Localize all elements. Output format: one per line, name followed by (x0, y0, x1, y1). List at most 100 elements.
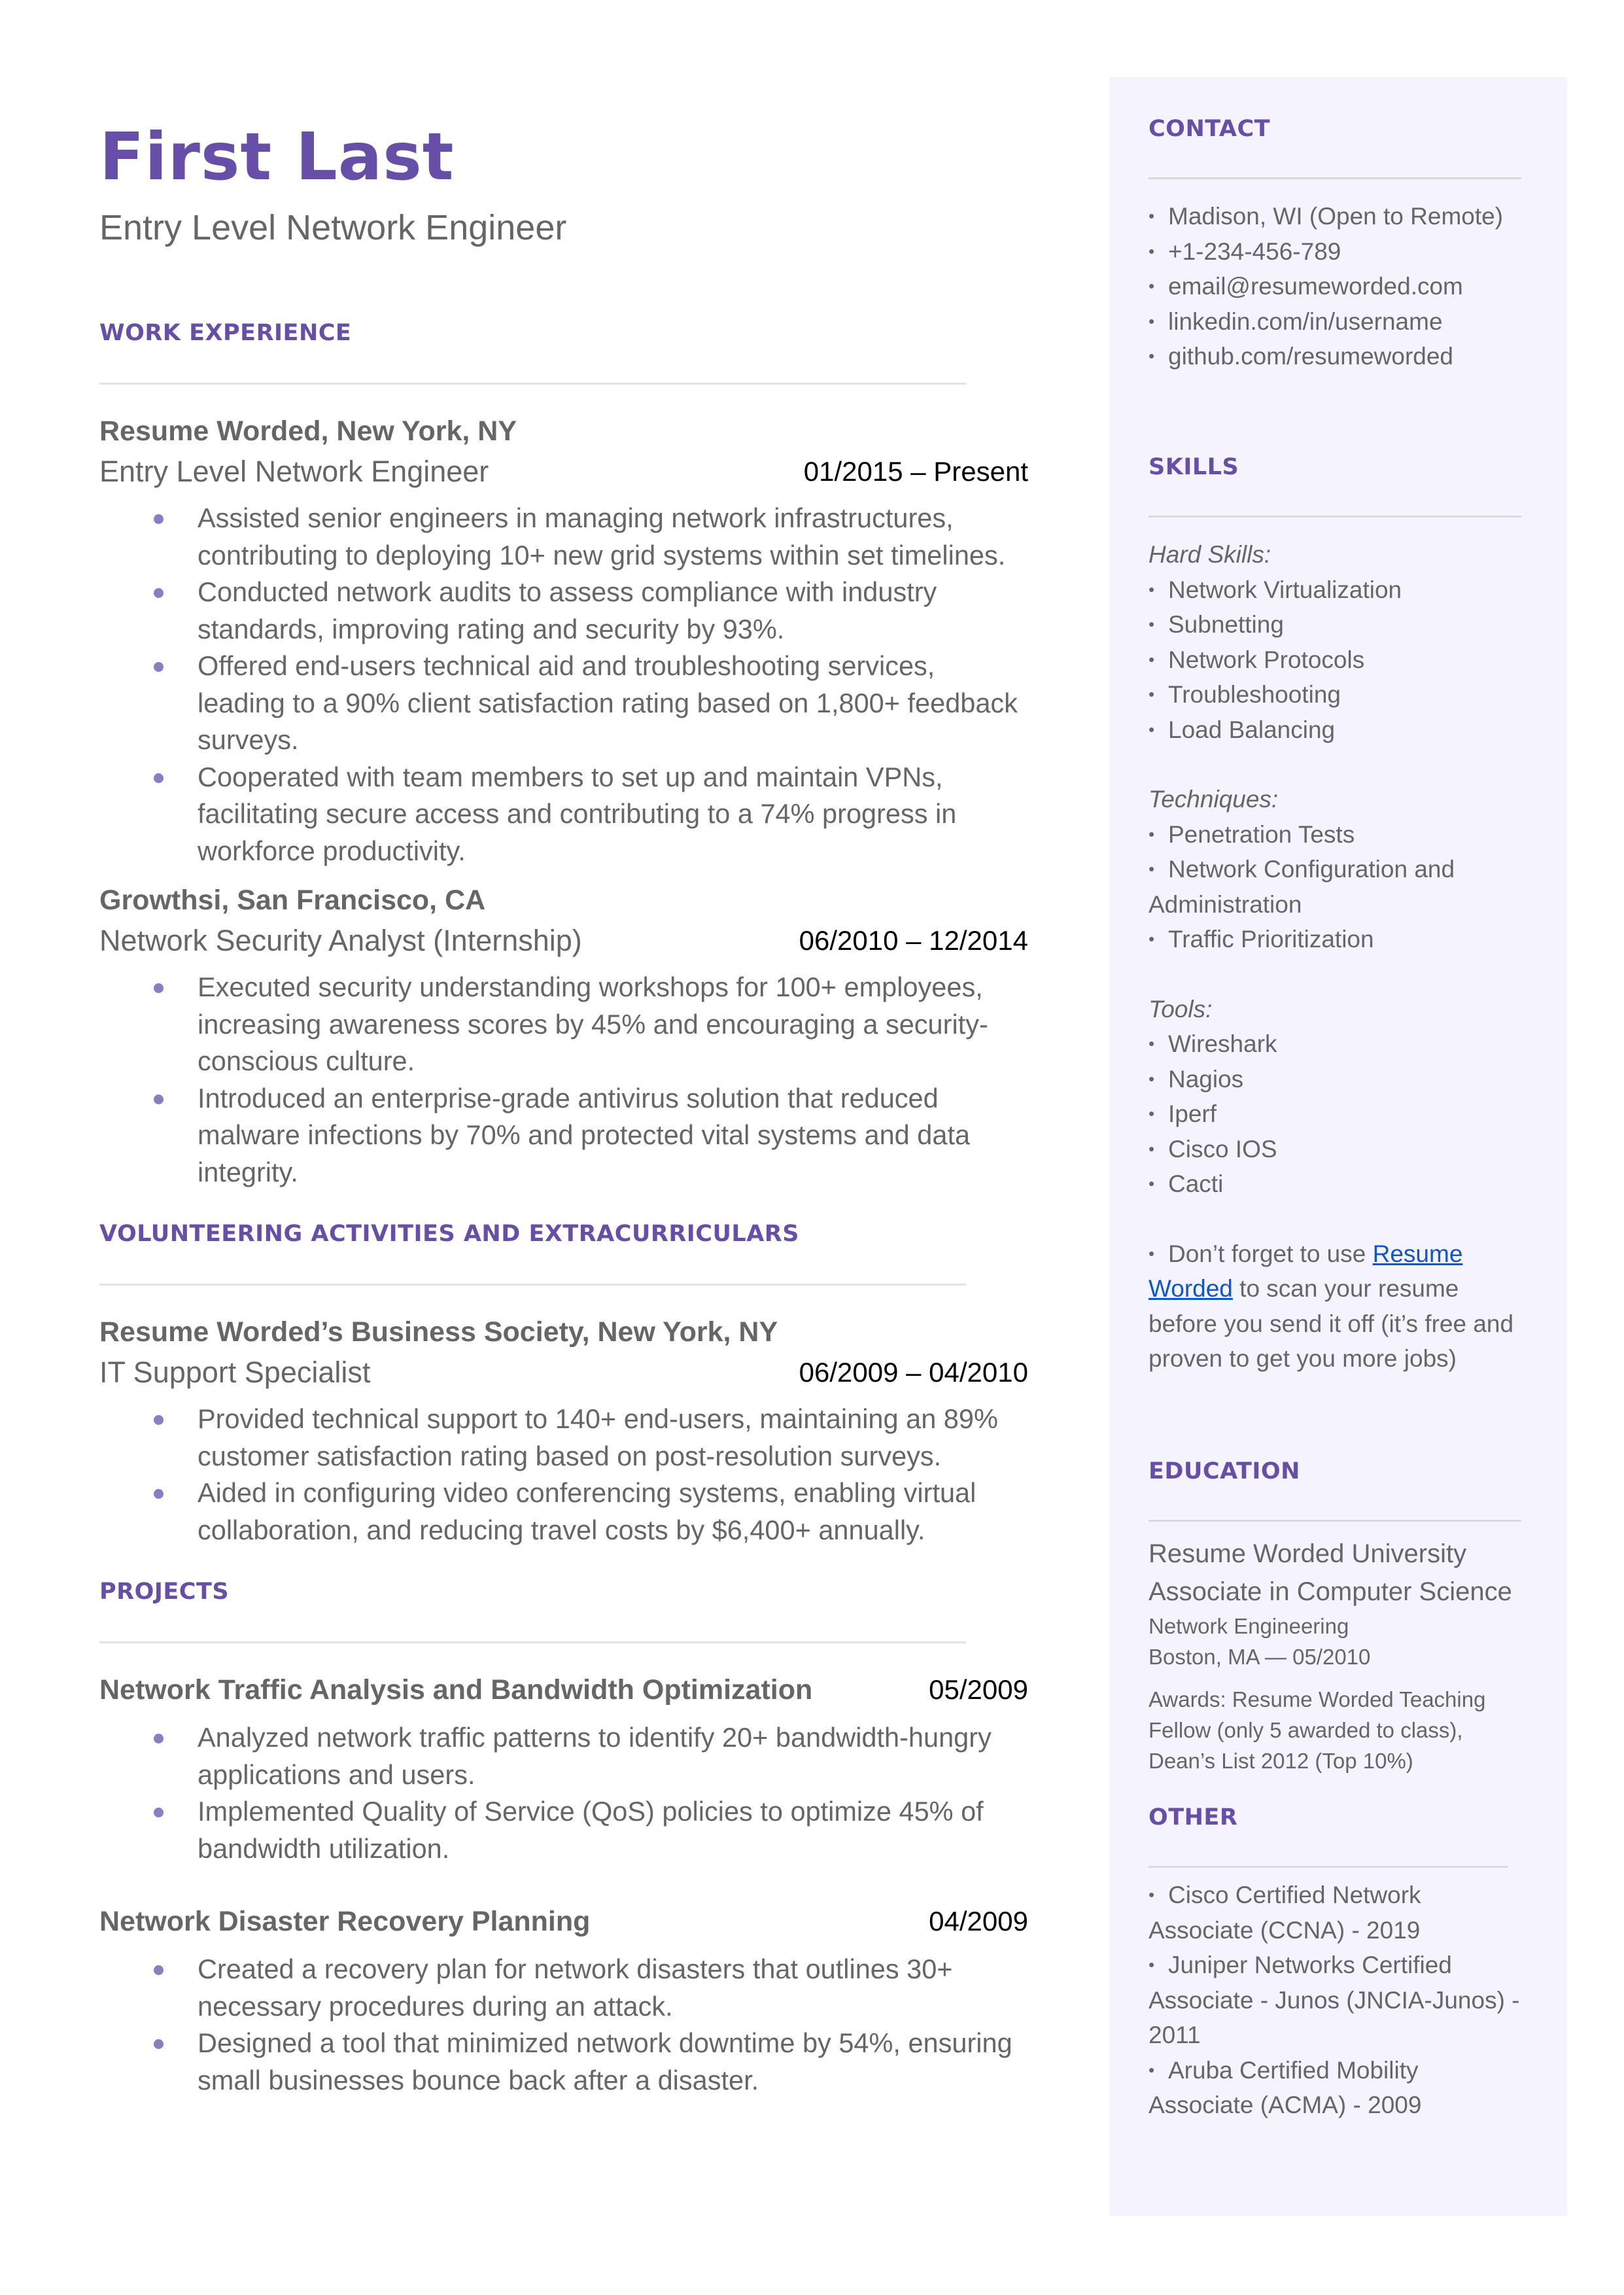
bullet-text: Implemented Quality of Service (QoS) pol… (198, 1796, 984, 1864)
bullet-item: Introduced an enterprise-grade antivirus… (99, 1080, 1028, 1191)
education-degree: Associate in Computer Science (1149, 1577, 1512, 1606)
bullet-text: Provided technical support to 140+ end-u… (198, 1403, 998, 1471)
work-entry: Growthsi, San Francisco, CA Network Secu… (99, 880, 1028, 1191)
candidate-name: First Last (99, 118, 455, 195)
bullet-dot-icon (154, 588, 164, 598)
section-divider (99, 1641, 966, 1643)
bullet-dot-icon (154, 1489, 164, 1499)
contact-section: CONTACT • Madison, WI (Open to Remote) • +… (1149, 113, 1541, 374)
entry-organization: Resume Worded, New York, NY (99, 415, 517, 447)
entry-dates: 06/2009 – 04/2010 (799, 1357, 1028, 1388)
skill-item: • Network Protocols (1149, 642, 1541, 678)
skill-group-tools: Tools: • Wireshark • Nagios • Iperf • Cisco … (1149, 992, 1541, 1202)
section-title-skills: SKILLS (1149, 454, 1239, 480)
skill-group-techniques: Techniques: • Penetration Tests • Network … (1149, 782, 1541, 957)
entry-role-row: Network Security Analyst (Internship) 06… (99, 920, 1028, 961)
skill-item: • Network Configuration and Administratio… (1149, 852, 1541, 922)
main-column: First Last Entry Level Network Engineer … (99, 114, 1028, 2095)
bullet-icon: • (1149, 929, 1155, 949)
entry-dates: 01/2015 – Present (803, 456, 1028, 487)
bullet-item: Provided technical support to 140+ end-u… (99, 1401, 1028, 1475)
contact-list: • Madison, WI (Open to Remote) • +1-234-45… (1149, 199, 1541, 374)
bullet-item: Designed a tool that minimized network d… (99, 2025, 1028, 2099)
entry-role: IT Support Specialist (99, 1356, 371, 1389)
bullet-icon: • (1149, 1068, 1155, 1089)
bullet-icon: • (1149, 1174, 1155, 1193)
skill-text: Nagios (1168, 1065, 1244, 1093)
skill-group-label: Techniques: (1149, 786, 1279, 813)
bullet-icon: • (1149, 1243, 1155, 1263)
bullet-icon: • (1149, 1955, 1155, 1974)
skill-text: Troubleshooting (1168, 681, 1341, 708)
skill-item: • Penetration Tests (1149, 817, 1541, 852)
skill-text: Cisco IOS (1168, 1135, 1277, 1163)
section-title-projects: PROJECTS (99, 1579, 230, 1605)
email-link[interactable]: email@resumeworded.com (1168, 273, 1463, 300)
entry-role: Network Security Analyst (Internship) (99, 924, 582, 957)
bullet-icon: • (1149, 2059, 1155, 2080)
certification-text: Cisco Certified Network Associate (CCNA)… (1149, 1882, 1421, 1944)
linkedin-link[interactable]: linkedin.com/in/username (1168, 308, 1443, 335)
certification-text: Juniper Networks Certified Associate - J… (1149, 1952, 1520, 2048)
github-link[interactable]: github.com/resumeworded (1168, 343, 1453, 370)
project-entry: Network Disaster Recovery Planning 04/20… (99, 1901, 1028, 2099)
bullet-item: Assisted senior engineers in managing ne… (99, 500, 1028, 574)
project-entry: Network Traffic Analysis and Bandwidth O… (99, 1670, 1028, 1867)
project-name: Network Disaster Recovery Planning (99, 1906, 591, 1937)
contact-phone[interactable]: • +1-234-456-789 (1149, 234, 1541, 270)
entry-dates: 06/2010 – 12/2014 (799, 925, 1028, 956)
work-entry: Resume Worded, New York, NY Entry Level … (99, 411, 1028, 869)
volunteering-section: VOLUNTEERING ACTIVITIES AND EXTRACURRICU… (99, 1218, 1028, 1549)
section-divider (1149, 516, 1521, 517)
skill-group-label: Hard Skills: (1149, 541, 1271, 568)
contact-location: • Madison, WI (Open to Remote) (1149, 199, 1541, 234)
bullet-item: Executed security understanding workshop… (99, 969, 1028, 1080)
phone-link[interactable]: +1-234-456-789 (1168, 238, 1341, 265)
bullet-icon: • (1149, 241, 1155, 261)
skill-text: Traffic Prioritization (1168, 926, 1374, 953)
skill-text: Wireshark (1168, 1030, 1277, 1057)
contact-text: Madison, WI (Open to Remote) (1168, 203, 1504, 230)
skill-group-hard: Hard Skills: • Network Virtualization • Su… (1149, 537, 1541, 747)
skill-item: • Network Virtualization (1149, 572, 1541, 608)
bullet-text: Assisted senior engineers in managing ne… (198, 502, 1006, 570)
contact-linkedin[interactable]: • linkedin.com/in/username (1149, 304, 1541, 340)
entry-role-row: Entry Level Network Engineer 01/2015 – P… (99, 451, 1028, 492)
bullet-icon: • (1149, 859, 1155, 879)
bullet-text: Created a recovery plan for network disa… (198, 1953, 953, 2022)
bullet-icon: • (1149, 1104, 1155, 1123)
skill-list: • Network Virtualization • Subnetting • Net… (1149, 572, 1541, 748)
project-date: 04/2009 (929, 1906, 1028, 1936)
bullet-icon: • (1149, 719, 1155, 739)
bullet-icon: • (1149, 1885, 1155, 1904)
bullet-item: Created a recovery plan for network disa… (99, 1951, 1028, 2025)
skill-item: • Subnetting (1149, 607, 1541, 642)
section-divider (99, 383, 966, 385)
contact-email[interactable]: • email@resumeworded.com (1149, 269, 1541, 304)
bullet-item: Offered end-users technical aid and trou… (99, 648, 1028, 759)
section-title-contact: CONTACT (1149, 116, 1271, 142)
skill-item: • Load Balancing (1149, 712, 1541, 748)
skill-group-label: Tools: (1149, 995, 1213, 1023)
bullet-icon: • (1149, 649, 1155, 669)
bullet-text: Offered end-users technical aid and trou… (198, 650, 1018, 755)
entry-bullets: Assisted senior engineers in managing ne… (99, 500, 1028, 869)
bullet-item: Implemented Quality of Service (QoS) pol… (99, 1793, 1028, 1867)
skill-text: Network Configuration and Administration (1149, 856, 1455, 918)
skill-item: • Troubleshooting (1149, 677, 1541, 712)
bullet-dot-icon (154, 2039, 164, 2049)
project-name: Network Traffic Analysis and Bandwidth O… (99, 1674, 813, 1706)
bullet-text: Executed security understanding workshop… (198, 972, 988, 1076)
skill-list: • Wireshark • Nagios • Iperf • Cisco IOS • Ca… (1149, 1026, 1541, 1202)
section-title-work: WORK EXPERIENCE (99, 320, 352, 346)
entry-organization: Resume Worded’s Business Society, New Yo… (99, 1316, 778, 1348)
skill-text: Penetration Tests (1168, 820, 1355, 848)
entry-role-row: IT Support Specialist 06/2009 – 04/2010 (99, 1352, 1028, 1393)
resume-worded-tip: • Don’t forget to use Resume Worded to sc… (1149, 1236, 1528, 1376)
bullet-item: Conducted network audits to assess compl… (99, 574, 1028, 648)
bullet-dot-icon (154, 1094, 164, 1104)
bullet-dot-icon (154, 1415, 164, 1425)
contact-github[interactable]: • github.com/resumeworded (1149, 339, 1541, 374)
education-field: Network Engineering (1149, 1614, 1349, 1638)
skill-item: • Traffic Prioritization (1149, 922, 1541, 957)
